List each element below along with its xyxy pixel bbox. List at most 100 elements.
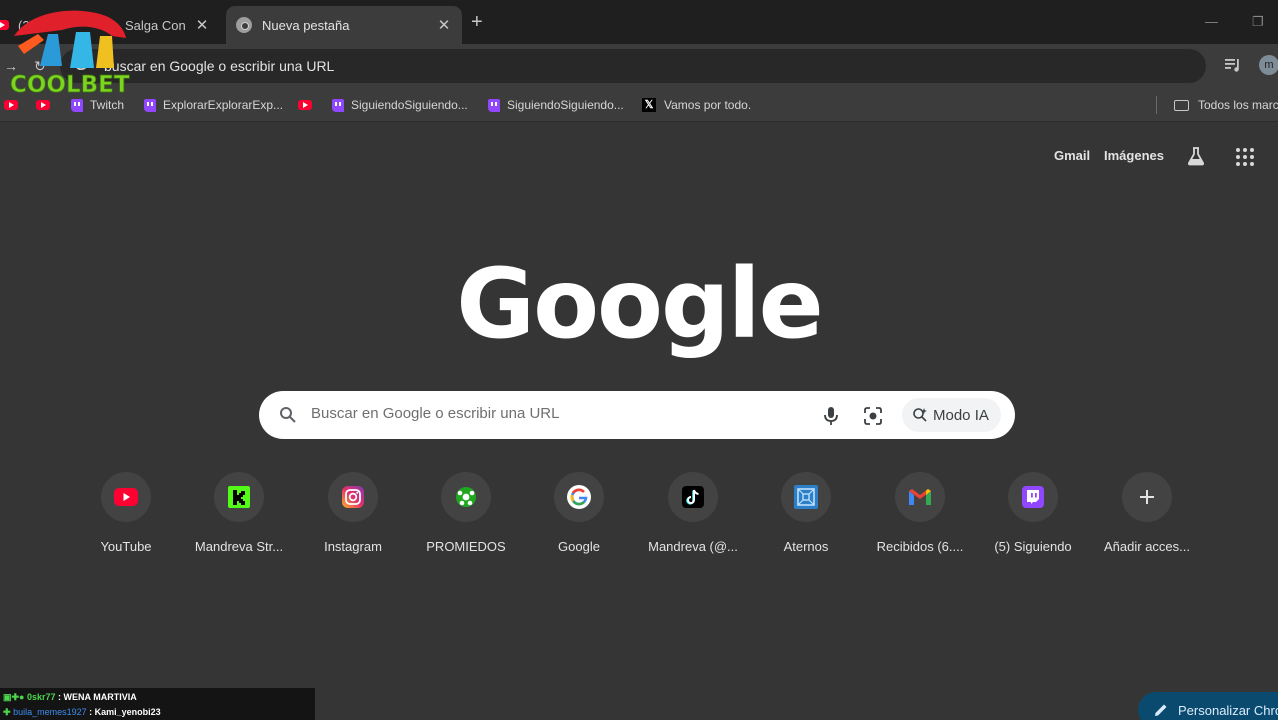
shortcut-twitch[interactable]: (5) Siguiendo xyxy=(977,472,1089,568)
aternos-icon xyxy=(794,485,818,509)
media-controls-icon[interactable] xyxy=(1225,58,1241,72)
youtube-icon xyxy=(298,100,312,110)
labs-flask-icon[interactable] xyxy=(1186,146,1206,166)
microphone-icon[interactable] xyxy=(821,405,841,427)
shortcut-youtube[interactable]: YouTube xyxy=(70,472,182,568)
shortcut-label: Instagram xyxy=(324,539,382,554)
gmail-icon xyxy=(909,489,931,505)
twitch-icon xyxy=(71,98,83,112)
restore-icon[interactable]: ❐ xyxy=(1252,14,1264,30)
shortcut-tile xyxy=(781,472,831,522)
shortcut-tile xyxy=(1008,472,1058,522)
chat-badges-icon: ▣✚● xyxy=(3,692,25,702)
omnibox-text: buscar en Google o escribir una URL xyxy=(104,58,335,74)
chat-message: ▣✚● 0skr77 : WENA MARTIVIA xyxy=(3,692,137,702)
shortcut-add[interactable]: Añadir acces... xyxy=(1091,472,1203,568)
gmail-link[interactable]: Gmail xyxy=(1054,148,1090,163)
shortcut-label: Mandreva (@... xyxy=(648,539,738,554)
shortcut-tile xyxy=(101,472,151,522)
search-input[interactable] xyxy=(311,405,791,422)
shortcut-tile xyxy=(441,472,491,522)
chat-text: WENA MARTIVIA xyxy=(63,692,137,702)
all-bookmarks-label: Todos los marc xyxy=(1198,98,1278,112)
chat-username: buila_memes1927 xyxy=(13,707,87,717)
shortcut-tile xyxy=(328,472,378,522)
shortcut-tile xyxy=(214,472,264,522)
all-bookmarks-button[interactable]: Todos los marc xyxy=(1174,96,1278,114)
bookmark-item[interactable]: SiguiendoSiguiendo... xyxy=(488,96,624,114)
shortcut-label: Mandreva Str... xyxy=(194,539,284,554)
x-icon: 𝕏 xyxy=(642,98,656,112)
shortcut-instagram[interactable]: Instagram xyxy=(297,472,409,568)
shortcut-promiedos[interactable]: PROMIEDOS xyxy=(410,472,522,568)
shortcut-label: Aternos xyxy=(783,539,829,554)
bookmark-item[interactable] xyxy=(36,96,50,114)
bookmarks-bar: Twitch ExplorarExplorarExp... SiguiendoS… xyxy=(0,88,1278,122)
chat-message: ✚ buila_memes1927 : Kami_yenobi23 xyxy=(3,707,161,717)
instagram-icon xyxy=(342,486,364,508)
ai-mode-label: Modo IA xyxy=(933,406,989,424)
shortcut-tile xyxy=(1122,472,1172,522)
kick-icon xyxy=(228,486,250,508)
twitch-icon xyxy=(1022,486,1044,508)
youtube-icon xyxy=(114,488,138,506)
bookmark-label: Twitch xyxy=(90,98,125,112)
bookmark-item[interactable] xyxy=(298,96,312,114)
twitch-icon xyxy=(332,98,344,112)
profile-avatar[interactable]: m xyxy=(1259,55,1278,75)
tab-title: Salga Con xyxy=(125,17,186,33)
bookmark-item[interactable]: Twitch xyxy=(71,96,124,114)
customize-chrome-button[interactable]: Personalizar Chro xyxy=(1138,692,1278,720)
images-link[interactable]: Imágenes xyxy=(1104,148,1164,163)
stream-chat-overlay: ▣✚● 0skr77 : WENA MARTIVIA ✚ buila_memes… xyxy=(0,688,315,720)
shortcut-google[interactable]: Google xyxy=(523,472,635,568)
google-logo: Google xyxy=(456,248,823,360)
chat-username: 0skr77 xyxy=(27,692,56,702)
shortcut-tile xyxy=(895,472,945,522)
google-apps-icon[interactable] xyxy=(1236,148,1254,166)
bookmark-label: SiguiendoSiguiendo... xyxy=(351,98,468,112)
twitch-icon xyxy=(488,98,500,112)
shortcut-label: PROMIEDOS xyxy=(426,539,506,554)
soccer-ball-icon xyxy=(456,487,476,507)
shortcut-label: Añadir acces... xyxy=(1104,539,1190,554)
tab-strip: (2) Salga Con ✕ Nueva pestaña ✕ + — ❐ xyxy=(0,0,1278,44)
chat-text: Kami_yenobi23 xyxy=(94,707,161,717)
shortcut-gmail[interactable]: Recibidos (6.... xyxy=(864,472,976,568)
shortcut-tiktok[interactable]: Mandreva (@... xyxy=(637,472,749,568)
shortcut-tile xyxy=(668,472,718,522)
bookmark-item[interactable]: 𝕏 Vamos por todo. xyxy=(642,96,751,114)
bookmark-item[interactable]: ExplorarExplorarExp... xyxy=(144,96,283,114)
shortcut-label: Google xyxy=(558,539,600,554)
tab-new-tab[interactable]: Nueva pestaña ✕ xyxy=(226,6,462,44)
minimize-icon[interactable]: — xyxy=(1205,14,1218,29)
chrome-icon xyxy=(236,17,252,33)
ai-mode-button[interactable]: Modo IA xyxy=(902,398,1001,432)
coolbet-wordmark: COOLBET xyxy=(10,72,130,98)
bookmark-label: ExplorarExplorarExp... xyxy=(163,98,284,112)
bookmark-label: Vamos por todo. xyxy=(664,98,752,112)
folder-icon xyxy=(1174,99,1189,111)
search-box[interactable]: Modo IA xyxy=(259,391,1015,439)
bookmarks-divider xyxy=(1156,96,1157,114)
customize-label: Personalizar Chro xyxy=(1178,702,1278,718)
shortcut-label: YouTube xyxy=(100,539,152,554)
new-tab-button[interactable]: + xyxy=(471,12,483,32)
toolbar: → ↻ G buscar en Google o escribir una UR… xyxy=(0,44,1278,88)
twitch-icon xyxy=(144,98,156,112)
close-icon[interactable]: ✕ xyxy=(192,16,212,34)
shortcut-aternos[interactable]: Aternos xyxy=(750,472,862,568)
bookmark-item[interactable] xyxy=(4,96,18,114)
shortcut-label: (5) Siguiendo xyxy=(994,539,1072,554)
close-icon[interactable]: ✕ xyxy=(434,16,454,34)
bookmark-label: SiguiendoSiguiendo... xyxy=(507,98,624,112)
bookmark-item[interactable]: SiguiendoSiguiendo... xyxy=(332,96,468,114)
youtube-icon xyxy=(4,100,18,110)
google-icon xyxy=(567,485,591,509)
tab-title: Nueva pestaña xyxy=(262,17,350,33)
omnibox[interactable]: G buscar en Google o escribir una URL xyxy=(60,49,1206,83)
tiktok-icon xyxy=(682,486,704,508)
shortcut-tile xyxy=(554,472,604,522)
google-lens-icon[interactable] xyxy=(862,405,884,427)
shortcut-kick[interactable]: Mandreva Str... xyxy=(183,472,295,568)
